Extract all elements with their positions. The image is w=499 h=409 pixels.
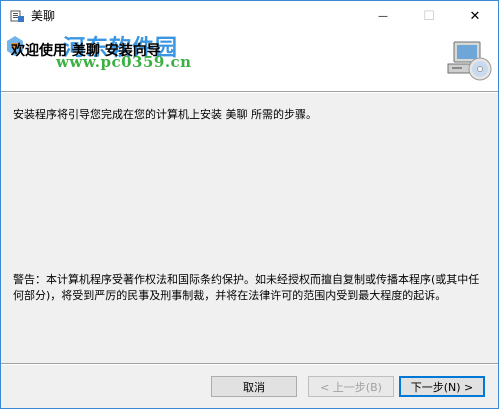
close-button[interactable]: ✕ [452,1,498,31]
title-bar[interactable]: 美聊 — ☐ ✕ [1,1,498,31]
intro-text: 安装程序将引导您完成在您的计算机上安装 美聊 所需的步骤。 [13,108,317,121]
page-title: 欢迎使用 美聊 安装向导 [11,43,161,59]
minimize-button[interactable]: — [360,1,406,31]
cancel-button[interactable]: 取消 [211,376,297,397]
computer-cd-icon [447,41,492,81]
installer-window: 美聊 — ☐ ✕ 河东软件园 www.pc0359.cn 欢迎使用 美聊 安装向… [0,0,499,409]
footer-divider-highlight [1,364,498,365]
copyright-warning: 警告：本计算机程序受著作权法和国际条约保护。如未经授权而擅自复制或传播本程序(或… [13,273,480,302]
banner-divider-highlight [1,92,498,93]
header-banner: 河东软件园 www.pc0359.cn 欢迎使用 美聊 安装向导 [1,31,498,91]
installer-app-icon [10,10,24,22]
window-title: 美聊 [31,9,56,23]
minimize-icon: — [378,10,388,22]
maximize-icon: ☐ [423,8,435,24]
maximize-button[interactable]: ☐ [406,1,452,31]
close-icon: ✕ [469,8,481,24]
next-button[interactable]: 下一步(N) > [399,376,485,397]
back-button[interactable]: < 上一步(B) [308,376,394,397]
